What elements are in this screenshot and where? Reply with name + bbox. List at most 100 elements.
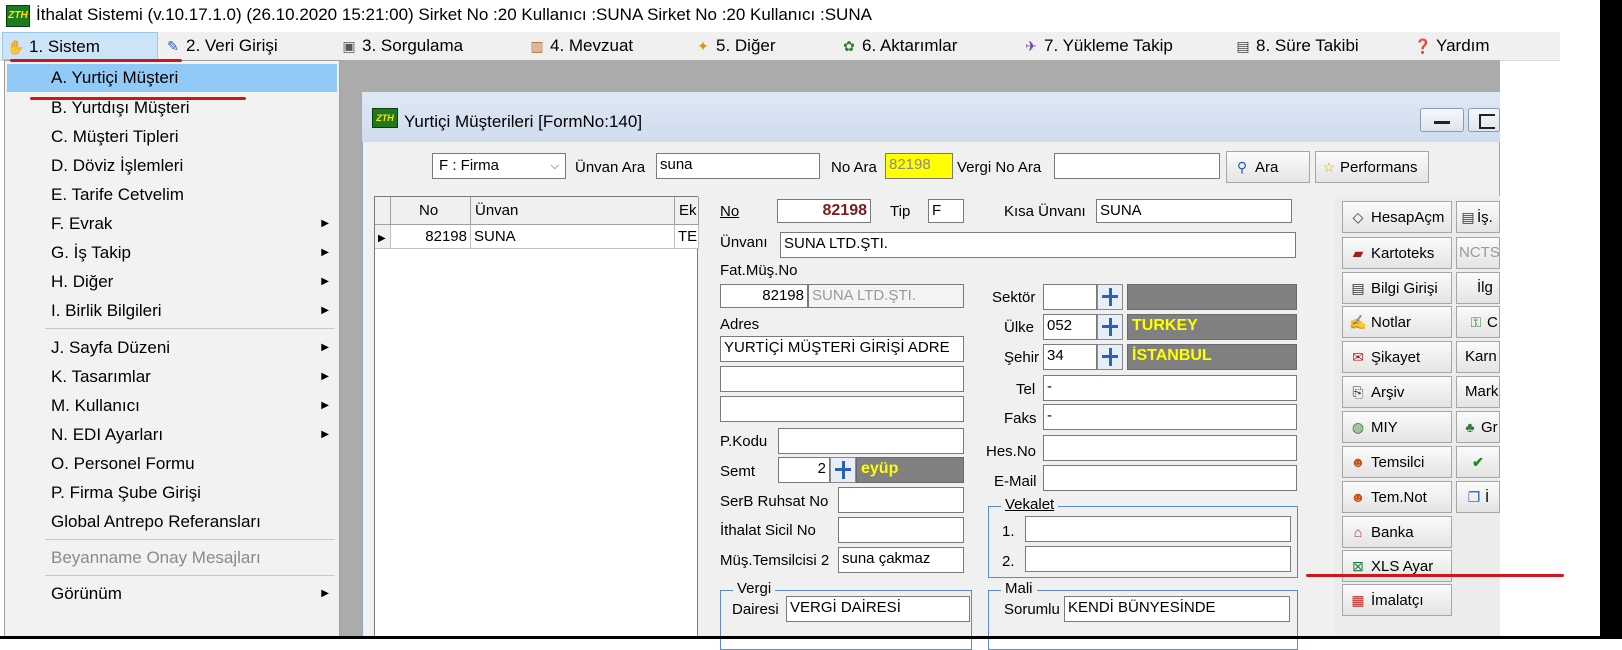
- sektor-field[interactable]: [1043, 284, 1097, 310]
- copy-icon: ❐: [1467, 489, 1481, 505]
- xls-ayar-button[interactable]: ⊠ XLS Ayar: [1342, 550, 1452, 582]
- email-field[interactable]: [1043, 465, 1297, 491]
- menu-item-evrak[interactable]: F. Evrak ▶: [7, 210, 337, 238]
- ulke-field[interactable]: 052: [1043, 314, 1097, 340]
- copy-button[interactable]: ❐ İ: [1456, 481, 1500, 513]
- archive-icon: ⎘: [1352, 384, 1364, 400]
- temsilci-button[interactable]: ☻ Temsilci: [1342, 446, 1452, 478]
- miy-button[interactable]: ◍ MIY: [1342, 411, 1452, 443]
- type-combo[interactable]: F : Firma ⌵: [432, 153, 566, 179]
- menu-item-yurtici-musteri[interactable]: A. Yurtiçi Müşteri: [7, 64, 337, 92]
- sehir-field[interactable]: 34: [1043, 344, 1097, 370]
- tem-not-button[interactable]: ☻ Tem.Not: [1342, 481, 1452, 513]
- confirm-button[interactable]: ✔: [1456, 446, 1500, 478]
- menu-item-musteri-tipleri[interactable]: C. Müşteri Tipleri: [7, 123, 337, 151]
- unvani-field[interactable]: SUNA LTD.ŞTI.: [780, 232, 1296, 258]
- maximize-button[interactable]: [1468, 108, 1500, 132]
- menu-sure-takibi[interactable]: ▤ 8. Süre Takibi: [1230, 32, 1358, 60]
- tel-label: Tel: [1016, 381, 1036, 398]
- sorumlu-field[interactable]: KENDİ BÜNYESİNDE: [1064, 596, 1290, 622]
- menu-item-global-antrepo[interactable]: Global Antrepo Referansları: [7, 508, 337, 536]
- semt-field[interactable]: 2: [778, 457, 830, 483]
- vekalet1-field[interactable]: [1025, 516, 1291, 542]
- adres-line3-field[interactable]: [720, 396, 964, 422]
- arsiv-button[interactable]: ⎘ Arşiv: [1342, 376, 1452, 408]
- button-label: Şikayet: [1371, 349, 1421, 366]
- performans-button[interactable]: ☆ Performans: [1315, 151, 1429, 183]
- kartoteks-button[interactable]: ▰ Kartoteks: [1342, 237, 1452, 269]
- gr-button[interactable]: ♣ Gr: [1456, 411, 1500, 443]
- table-row-no[interactable]: 82198: [391, 225, 471, 249]
- fat-mus-no-field[interactable]: 82198: [720, 284, 808, 308]
- grid-header-no[interactable]: No: [391, 197, 471, 225]
- menu-sistem[interactable]: ✋ 1. Sistem: [2, 32, 158, 60]
- adres-line2-field[interactable]: [720, 366, 964, 392]
- menu-item-kullanici[interactable]: M. Kullanıcı ▶: [7, 392, 337, 420]
- adres-line1-field[interactable]: YURTİÇİ MÜŞTERİ GİRİŞİ ADRE: [720, 336, 964, 362]
- menu-item-is-takip[interactable]: G. İş Takip ▶: [7, 239, 337, 267]
- tip-field[interactable]: F: [928, 199, 964, 223]
- vekalet2-field[interactable]: [1025, 546, 1291, 572]
- menu-item-birlik-bilgileri[interactable]: I. Birlik Bilgileri ▶: [7, 297, 337, 325]
- ncts-button[interactable]: NCTS: [1456, 237, 1500, 269]
- customer-grid[interactable]: No Ünvan Ek ▶ 82198 SUNA TE: [374, 196, 699, 639]
- vergi-search-input[interactable]: [1054, 153, 1220, 179]
- imalatci-button[interactable]: ▦ İmalatçı: [1342, 584, 1452, 616]
- menu-item-tasarimlar[interactable]: K. Tasarımlar ▶: [7, 363, 337, 391]
- faks-field[interactable]: -: [1043, 404, 1297, 430]
- vergi-dairesi-field[interactable]: VERGİ DAİRESİ: [786, 596, 970, 622]
- karn-button[interactable]: Karn: [1456, 341, 1500, 373]
- ulke-lookup-button[interactable]: [1097, 314, 1123, 340]
- menu-veri-girisi[interactable]: ✎ 2. Veri Girişi: [160, 32, 278, 60]
- menu-item-diger[interactable]: H. Diğer ▶: [7, 268, 337, 296]
- sikayet-button[interactable]: ✉ Şikayet: [1342, 341, 1452, 373]
- menu-item-tarife-cetvelim[interactable]: E. Tarife Cetvelim: [7, 181, 337, 209]
- notlar-button[interactable]: ✍ Notlar: [1342, 306, 1452, 338]
- menu-mevzuat[interactable]: ▥ 4. Mevzuat: [524, 32, 633, 60]
- hesapacm-button[interactable]: ◇ HesapAçm: [1342, 201, 1452, 233]
- serb-ruhsat-field[interactable]: [838, 487, 964, 513]
- menu-label: 1. Sistem: [29, 37, 100, 56]
- tel-field[interactable]: -: [1043, 375, 1297, 401]
- minimize-button[interactable]: [1420, 108, 1464, 132]
- menu-yukleme-takip[interactable]: ✈ 7. Yükleme Takip: [1018, 32, 1173, 60]
- table-row-ek[interactable]: TE: [675, 225, 699, 249]
- grid-header-unvan[interactable]: Ünvan: [471, 197, 675, 225]
- table-row-unvan[interactable]: SUNA: [471, 225, 675, 249]
- hand-icon: ✋: [7, 39, 25, 55]
- menu-separator: [45, 539, 335, 540]
- submenu-arrow-icon: ▶: [321, 342, 329, 353]
- menu-item-label: D. Döviz İşlemleri: [51, 156, 184, 175]
- no-field[interactable]: 82198: [777, 199, 871, 223]
- menu-label: 3. Sorgulama: [362, 36, 464, 55]
- temsilci-field[interactable]: suna çakmaz: [838, 547, 964, 573]
- grid-header-ek[interactable]: Ek: [675, 197, 699, 225]
- menu-item-gorunum[interactable]: Görünüm ▶: [7, 580, 337, 608]
- ara-button[interactable]: ⚲ Ara: [1226, 151, 1310, 183]
- sektor-lookup-button[interactable]: [1097, 284, 1123, 310]
- c-button[interactable]: ⚿ C: [1456, 306, 1500, 338]
- no-search-input[interactable]: 82198: [885, 153, 953, 179]
- menu-yardim[interactable]: ❓ Yardım: [1410, 32, 1489, 60]
- menu-item-label: P. Firma Şube Girişi: [51, 483, 201, 502]
- sehir-lookup-button[interactable]: [1097, 344, 1123, 370]
- pkodu-field[interactable]: [778, 428, 964, 454]
- banka-button[interactable]: ⌂ Banka: [1342, 516, 1452, 548]
- mark-button[interactable]: Mark: [1456, 376, 1500, 408]
- is-button[interactable]: ▤ İş.: [1456, 201, 1500, 233]
- ithalat-sicil-field[interactable]: [838, 517, 964, 543]
- menu-diger[interactable]: ✦ 5. Diğer: [690, 32, 775, 60]
- menu-item-edi-ayarlari[interactable]: N. EDI Ayarları ▶: [7, 421, 337, 449]
- bilgi-girisi-button[interactable]: ▤ Bilgi Girişi: [1342, 272, 1452, 304]
- unvan-search-input[interactable]: suna: [656, 153, 820, 179]
- menu-aktarimlar[interactable]: ✿ 6. Aktarımlar: [836, 32, 957, 60]
- ilg-button[interactable]: İlg: [1456, 272, 1500, 304]
- menu-item-personel-formu[interactable]: O. Personel Formu: [7, 450, 337, 478]
- hesno-field[interactable]: [1043, 435, 1297, 461]
- menu-sorgulama[interactable]: ▣ 3. Sorgulama: [336, 32, 463, 60]
- menu-item-doviz-islemleri[interactable]: D. Döviz İşlemleri: [7, 152, 337, 180]
- semt-lookup-button[interactable]: [830, 457, 856, 483]
- kisa-unvan-field[interactable]: SUNA: [1096, 199, 1292, 223]
- menu-item-firma-sube-girisi[interactable]: P. Firma Şube Girişi: [7, 479, 337, 507]
- menu-item-sayfa-duzeni[interactable]: J. Sayfa Düzeni ▶: [7, 334, 337, 362]
